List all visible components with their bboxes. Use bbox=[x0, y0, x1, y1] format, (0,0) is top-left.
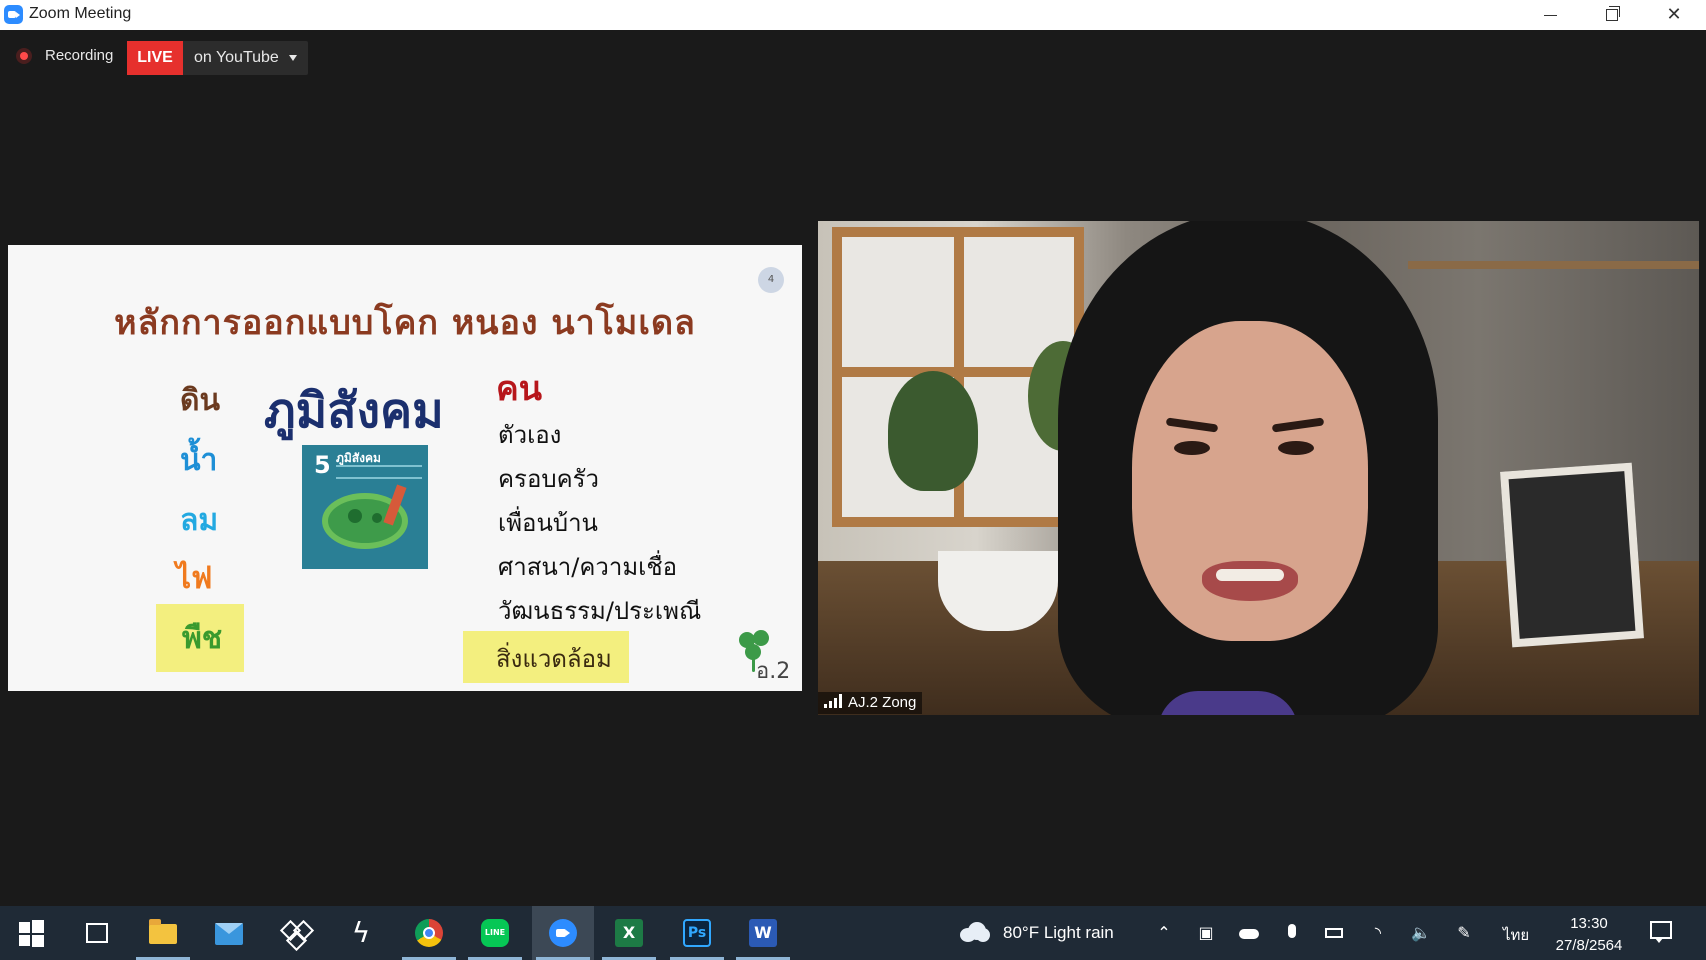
element-fire: ไฟ bbox=[176, 561, 213, 596]
close-button[interactable]: ✕ bbox=[1644, 0, 1704, 30]
slide-title: หลักการออกแบบโคก หนอง นาโมเดล bbox=[114, 303, 696, 343]
restore-button[interactable] bbox=[1582, 0, 1642, 30]
clock-time: 13:30 bbox=[1570, 915, 1608, 932]
taskbar-mail[interactable] bbox=[198, 906, 260, 960]
book-cover-image: 5 ภูมิสังคม bbox=[302, 445, 428, 569]
photoshop-icon: Ps bbox=[683, 919, 711, 947]
participant-video[interactable] bbox=[818, 221, 1699, 715]
zoom-icon bbox=[549, 919, 577, 947]
meet-now-icon[interactable]: ▣ bbox=[1192, 920, 1220, 946]
clock-date: 27/8/2564 bbox=[1555, 937, 1623, 954]
window-title-bar: Zoom Meeting ✕ bbox=[0, 0, 1706, 30]
chrome-icon bbox=[415, 919, 443, 947]
zoom-app-icon bbox=[4, 5, 23, 24]
recording-label[interactable]: Recording bbox=[45, 47, 113, 64]
file-explorer-icon bbox=[149, 919, 177, 944]
mail-icon bbox=[215, 923, 243, 945]
face bbox=[1132, 321, 1368, 641]
weather-condition: Light rain bbox=[1043, 923, 1114, 942]
taskbar-file-explorer[interactable] bbox=[132, 906, 194, 960]
taskbar-zoom[interactable] bbox=[532, 906, 594, 960]
background-shelf bbox=[1408, 261, 1699, 269]
weather-temperature: 80°F bbox=[1003, 923, 1040, 942]
people-list-item: วัฒนธรรม/ประเพณี bbox=[498, 597, 702, 625]
taskbar-app[interactable]: ϟ bbox=[330, 906, 392, 960]
element-wind: ลม bbox=[180, 503, 219, 538]
dropbox-icon bbox=[279, 919, 315, 952]
background-plant bbox=[888, 371, 978, 491]
main-word: ภูมิสังคม bbox=[264, 383, 444, 439]
word-icon: W bbox=[749, 919, 777, 947]
participant-name-tag: AJ.2 Zong bbox=[818, 692, 923, 714]
people-heading: คน bbox=[496, 369, 542, 409]
live-stream-button[interactable]: LIVE on YouTube bbox=[127, 41, 308, 75]
line-app-icon: LINE bbox=[481, 919, 509, 947]
wifi-icon[interactable]: ◝ bbox=[1364, 920, 1392, 946]
taskbar-photoshop[interactable]: Ps bbox=[666, 906, 728, 960]
book-number: 5 bbox=[314, 451, 331, 479]
minimize-icon bbox=[1543, 14, 1557, 16]
shared-screen-slide: หลักการออกแบบโคก หนอง นาโมเดล 4 ดิน น้ำ … bbox=[8, 245, 802, 691]
chevron-up-icon[interactable]: ⌃ bbox=[1150, 920, 1178, 946]
participant-name: AJ.2 Zong bbox=[848, 694, 917, 711]
chevron-down-icon bbox=[289, 55, 297, 61]
taskbar-line[interactable]: LINE bbox=[464, 906, 526, 960]
volume-icon[interactable]: 🔈 bbox=[1407, 920, 1435, 946]
taskbar-dropbox[interactable] bbox=[264, 906, 326, 960]
live-destination: on YouTube bbox=[194, 49, 279, 66]
taskbar-word[interactable]: W bbox=[732, 906, 794, 960]
notification-icon[interactable] bbox=[1650, 921, 1672, 943]
battery-icon[interactable] bbox=[1321, 920, 1349, 946]
microphone-icon[interactable] bbox=[1278, 920, 1306, 946]
minimize-button[interactable] bbox=[1520, 0, 1580, 30]
weather-widget[interactable]: 80°F Light rain bbox=[1003, 923, 1114, 943]
background-chalkboard bbox=[1500, 462, 1644, 648]
excel-icon: X bbox=[615, 919, 643, 947]
window-title: Zoom Meeting bbox=[29, 5, 132, 22]
live-badge: LIVE bbox=[127, 41, 183, 75]
onedrive-icon[interactable] bbox=[1235, 920, 1263, 946]
slide-page-number: 4 bbox=[758, 267, 784, 293]
background-sink bbox=[938, 551, 1058, 631]
pen-icon[interactable]: ✎ bbox=[1450, 920, 1478, 946]
windows-logo-icon bbox=[17, 919, 45, 947]
signal-strength-icon bbox=[824, 694, 842, 708]
people-list-item: ตัวเอง bbox=[498, 421, 562, 449]
people-list-item: เพื่อนบ้าน bbox=[498, 509, 598, 537]
task-view-icon bbox=[86, 923, 108, 943]
lightning-icon: ϟ bbox=[351, 916, 371, 949]
slide-signature: อ.2 bbox=[756, 659, 791, 684]
cloud-rain-icon[interactable] bbox=[960, 922, 990, 942]
people-list-item: ศาสนา/ความเชื่อ bbox=[498, 553, 678, 581]
element-soil: ดิน bbox=[180, 383, 220, 418]
close-icon: ✕ bbox=[1666, 4, 1682, 25]
book-subtitle-lines bbox=[336, 465, 422, 479]
language-indicator[interactable]: ไทย bbox=[1503, 923, 1529, 947]
taskbar-chrome[interactable] bbox=[398, 906, 460, 960]
taskbar-excel[interactable]: X bbox=[598, 906, 660, 960]
restore-icon bbox=[1606, 6, 1620, 21]
people-list-item: ครอบครัว bbox=[498, 465, 600, 493]
system-clock[interactable]: 13:30 27/8/2564 bbox=[1548, 913, 1630, 957]
environment-label: สิ่งแวดล้อม bbox=[496, 645, 612, 673]
element-water: น้ำ bbox=[180, 443, 218, 478]
start-button[interactable] bbox=[0, 906, 62, 960]
task-view-button[interactable] bbox=[66, 906, 128, 960]
recording-icon[interactable] bbox=[16, 48, 32, 64]
participant-person bbox=[1058, 221, 1438, 715]
element-plant: พืช bbox=[182, 621, 223, 656]
